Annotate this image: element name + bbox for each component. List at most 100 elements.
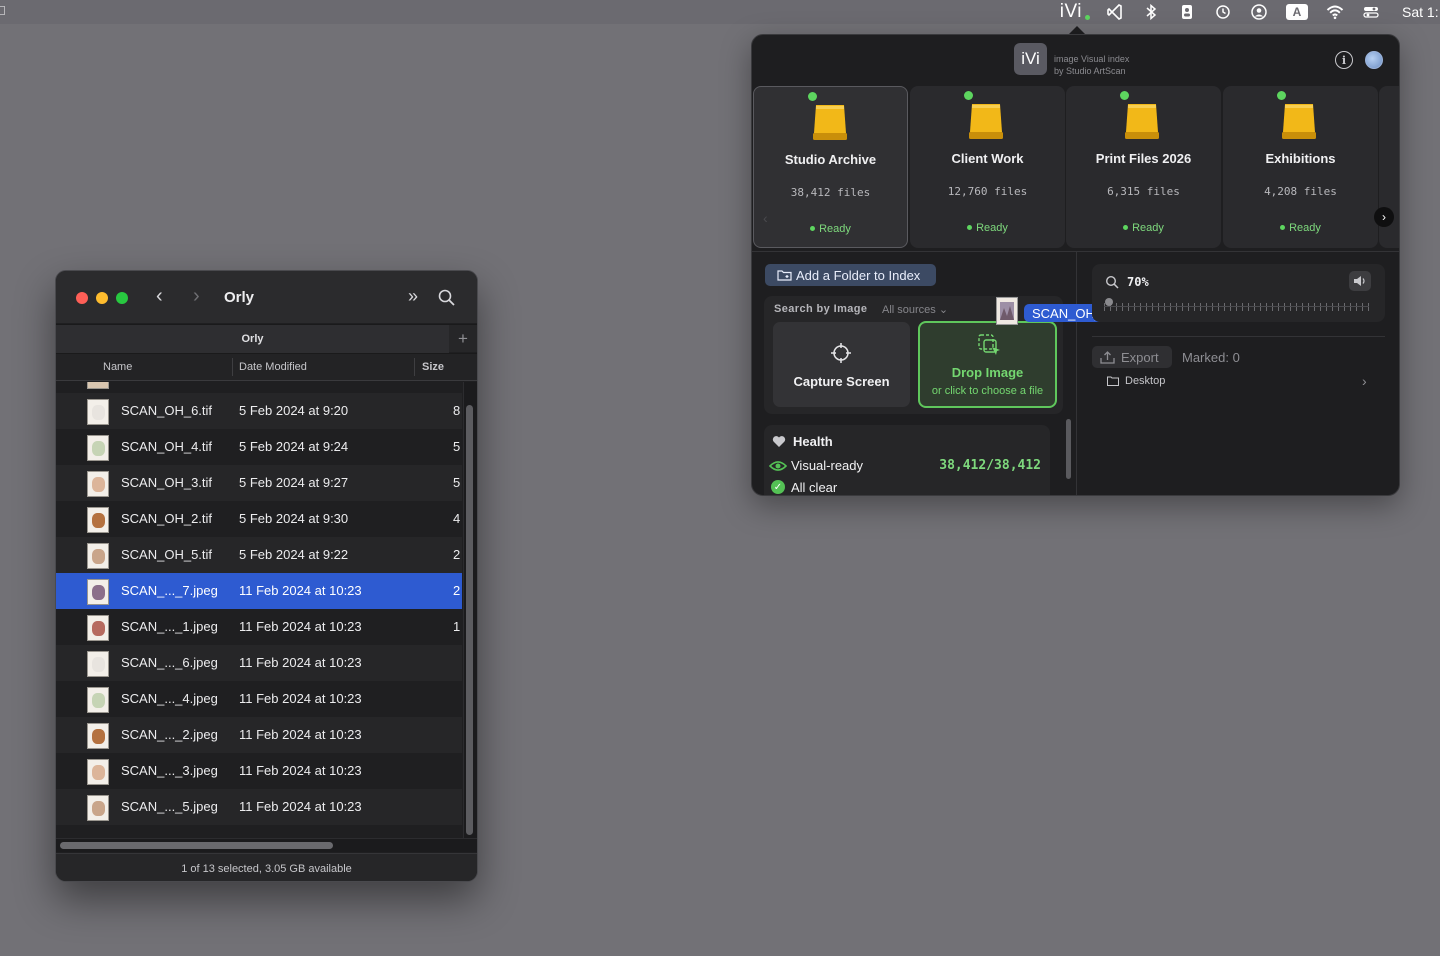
drive-name: Studio Archive xyxy=(784,152,877,167)
file-row[interactable]: SCAN_OH_6.tif 5 Feb 2024 at 9:20 8 xyxy=(56,393,462,429)
export-button[interactable]: Export xyxy=(1092,346,1172,368)
drive-card-print-files[interactable]: Print Files 2026 6,315 files Ready xyxy=(1066,86,1221,248)
finder-status-bar: 1 of 13 selected, 3.05 GB available xyxy=(56,853,477,881)
close-window-button[interactable] xyxy=(76,292,88,304)
chevron-left-icon[interactable]: ‹ xyxy=(763,210,768,226)
file-name: SCAN_..._1.jpeg xyxy=(121,619,218,634)
file-thumbnail xyxy=(87,723,109,749)
search-by-image-label: Search by Image xyxy=(774,303,868,315)
drop-image-zone[interactable]: Drop Image or click to choose a file xyxy=(918,321,1057,408)
file-thumbnail xyxy=(87,507,109,533)
column-header-size[interactable]: Size xyxy=(422,361,444,373)
capture-screen-button[interactable]: Capture Screen xyxy=(773,322,910,407)
file-row[interactable]: SCAN_..._1.jpeg 11 Feb 2024 at 10:23 1 xyxy=(56,609,462,645)
control-center-icon[interactable] xyxy=(1362,0,1380,24)
drive-file-count: 6,315 files xyxy=(1107,185,1180,198)
column-header: Name Date Modified Size xyxy=(56,353,477,381)
drive-name: Client Work xyxy=(951,151,1024,166)
file-size: 2 xyxy=(453,547,461,562)
new-tab-plus-icon[interactable]: + xyxy=(451,329,475,349)
info-icon[interactable]: i xyxy=(1335,51,1353,69)
file-row[interactable]: SCAN_OH_5.tif 5 Feb 2024 at 9:22 2 xyxy=(56,537,462,573)
chevron-right-icon[interactable]: › xyxy=(1362,373,1367,389)
contacts-icon[interactable] xyxy=(1178,0,1196,24)
menu-bar:  iVi A Sat 1: xyxy=(0,0,1440,24)
file-row-selected[interactable]: SCAN_..._7.jpeg 11 Feb 2024 at 10:23 2 xyxy=(56,573,462,609)
file-row[interactable]: SCAN_..._2.jpeg 11 Feb 2024 at 10:23 xyxy=(56,717,462,753)
drive-card-client-work[interactable]: Client Work 12,760 files Ready xyxy=(910,86,1065,248)
left-column-scrollbar[interactable] xyxy=(1066,419,1071,479)
health-title: Health xyxy=(793,434,833,449)
search-icon[interactable] xyxy=(438,289,455,306)
file-row[interactable]: SCAN_OH_4.tif 5 Feb 2024 at 9:24 5 xyxy=(56,429,462,465)
file-date: 11 Feb 2024 at 10:23 xyxy=(239,583,362,598)
globe-icon[interactable] xyxy=(1365,51,1383,69)
vertical-scrollbar-thumb[interactable] xyxy=(466,405,473,835)
speaker-icon[interactable] xyxy=(1349,271,1371,291)
forward-chevron-icon[interactable]: › xyxy=(193,285,200,308)
file-name: SCAN_..._5.jpeg xyxy=(121,799,218,814)
bluetooth-icon[interactable] xyxy=(1142,0,1160,24)
file-date: 11 Feb 2024 at 10:23 xyxy=(239,763,362,778)
user-account-icon[interactable] xyxy=(1250,0,1268,24)
file-date: 5 Feb 2024 at 9:27 xyxy=(239,475,349,490)
wifi-icon[interactable] xyxy=(1326,0,1344,24)
marked-count: Marked: 0 xyxy=(1182,350,1240,365)
menu-bar-extras: iVi A Sat 1: xyxy=(1042,0,1440,24)
tab-orly[interactable]: Orly xyxy=(56,325,449,353)
column-separator[interactable] xyxy=(232,358,233,376)
column-header-name[interactable]: Name xyxy=(103,361,132,373)
eye-icon xyxy=(769,461,787,471)
drive-card-exhibitions[interactable]: Exhibitions 4,208 files Ready xyxy=(1223,86,1378,248)
menu-bar-clock[interactable]: Sat 1: xyxy=(1402,0,1440,24)
zoom-window-button[interactable] xyxy=(116,292,128,304)
drive-status-dot xyxy=(1277,91,1286,100)
back-chevron-icon[interactable]: ‹ xyxy=(156,285,163,308)
file-thumbnail xyxy=(87,382,109,389)
file-date: 5 Feb 2024 at 9:20 xyxy=(239,403,349,418)
horizontal-scrollbar-thumb[interactable] xyxy=(60,842,333,849)
file-name: SCAN_..._6.jpeg xyxy=(121,655,218,670)
vscode-icon[interactable] xyxy=(1106,0,1124,24)
toolbar-overflow-icon[interactable]: » xyxy=(408,286,418,307)
zoom-slider-knob[interactable] xyxy=(1105,298,1113,306)
drive-card-studio-archive[interactable]: Studio Archive 38,412 files Ready xyxy=(753,86,908,248)
sources-dropdown[interactable]: All sources ⌄ xyxy=(882,303,948,316)
file-thumbnail xyxy=(87,615,109,641)
ivi-menu-icon[interactable]: iVi xyxy=(1060,0,1090,24)
minimize-window-button[interactable] xyxy=(96,292,108,304)
export-destination[interactable]: Desktop xyxy=(1107,375,1165,387)
file-row[interactable]: SCAN_..._4.jpeg 11 Feb 2024 at 10:23 xyxy=(56,681,462,717)
drive-status-dot xyxy=(808,92,817,101)
health-panel: Health Visual-ready 38,412/38,412 ✓ All … xyxy=(764,425,1050,495)
column-header-date[interactable]: Date Modified xyxy=(239,361,307,373)
file-date: 11 Feb 2024 at 10:23 xyxy=(239,619,362,634)
file-date: 11 Feb 2024 at 10:23 xyxy=(239,799,362,814)
input-source-icon[interactable]: A xyxy=(1286,0,1308,24)
file-name: SCAN_..._7.jpeg xyxy=(121,583,218,598)
chevron-right-icon[interactable]: › xyxy=(1374,207,1394,227)
file-date: 5 Feb 2024 at 9:24 xyxy=(239,439,349,454)
time-machine-icon[interactable] xyxy=(1214,0,1232,24)
drive-file-count: 4,208 files xyxy=(1264,185,1337,198)
all-clear-label: All clear xyxy=(791,480,838,495)
zoom-slider-track[interactable] xyxy=(1104,303,1369,311)
ivi-subtitle-line1: image Visual index xyxy=(1054,54,1130,64)
add-folder-button[interactable]: Add a Folder to Index xyxy=(765,264,936,286)
column-separator[interactable] xyxy=(414,358,415,376)
file-row[interactable]: SCAN_OH_3.tif 5 Feb 2024 at 9:27 5 xyxy=(56,465,462,501)
drive-icon xyxy=(813,105,847,140)
file-row[interactable]: SCAN_OH_2.tif 5 Feb 2024 at 9:30 4 xyxy=(56,501,462,537)
zoom-value: 70% xyxy=(1127,275,1149,289)
file-row[interactable]: SCAN_..._6.jpeg 11 Feb 2024 at 10:23 xyxy=(56,645,462,681)
export-icon xyxy=(1100,350,1115,364)
apple-menu-icon[interactable]:  xyxy=(0,3,6,18)
visual-ready-value: 38,412/38,412 xyxy=(939,458,1041,473)
file-row[interactable]: SCAN_..._5.jpeg 11 Feb 2024 at 10:23 xyxy=(56,789,462,825)
file-row[interactable]: SCAN_..._3.jpeg 11 Feb 2024 at 10:23 xyxy=(56,753,462,789)
finder-tab-bar: Orly + xyxy=(56,324,477,353)
file-size: 8 xyxy=(453,403,461,418)
window-title: Orly xyxy=(224,289,255,306)
drive-icon xyxy=(1125,104,1159,139)
ivi-subtitle-line2: by Studio ArtScan xyxy=(1054,66,1126,76)
